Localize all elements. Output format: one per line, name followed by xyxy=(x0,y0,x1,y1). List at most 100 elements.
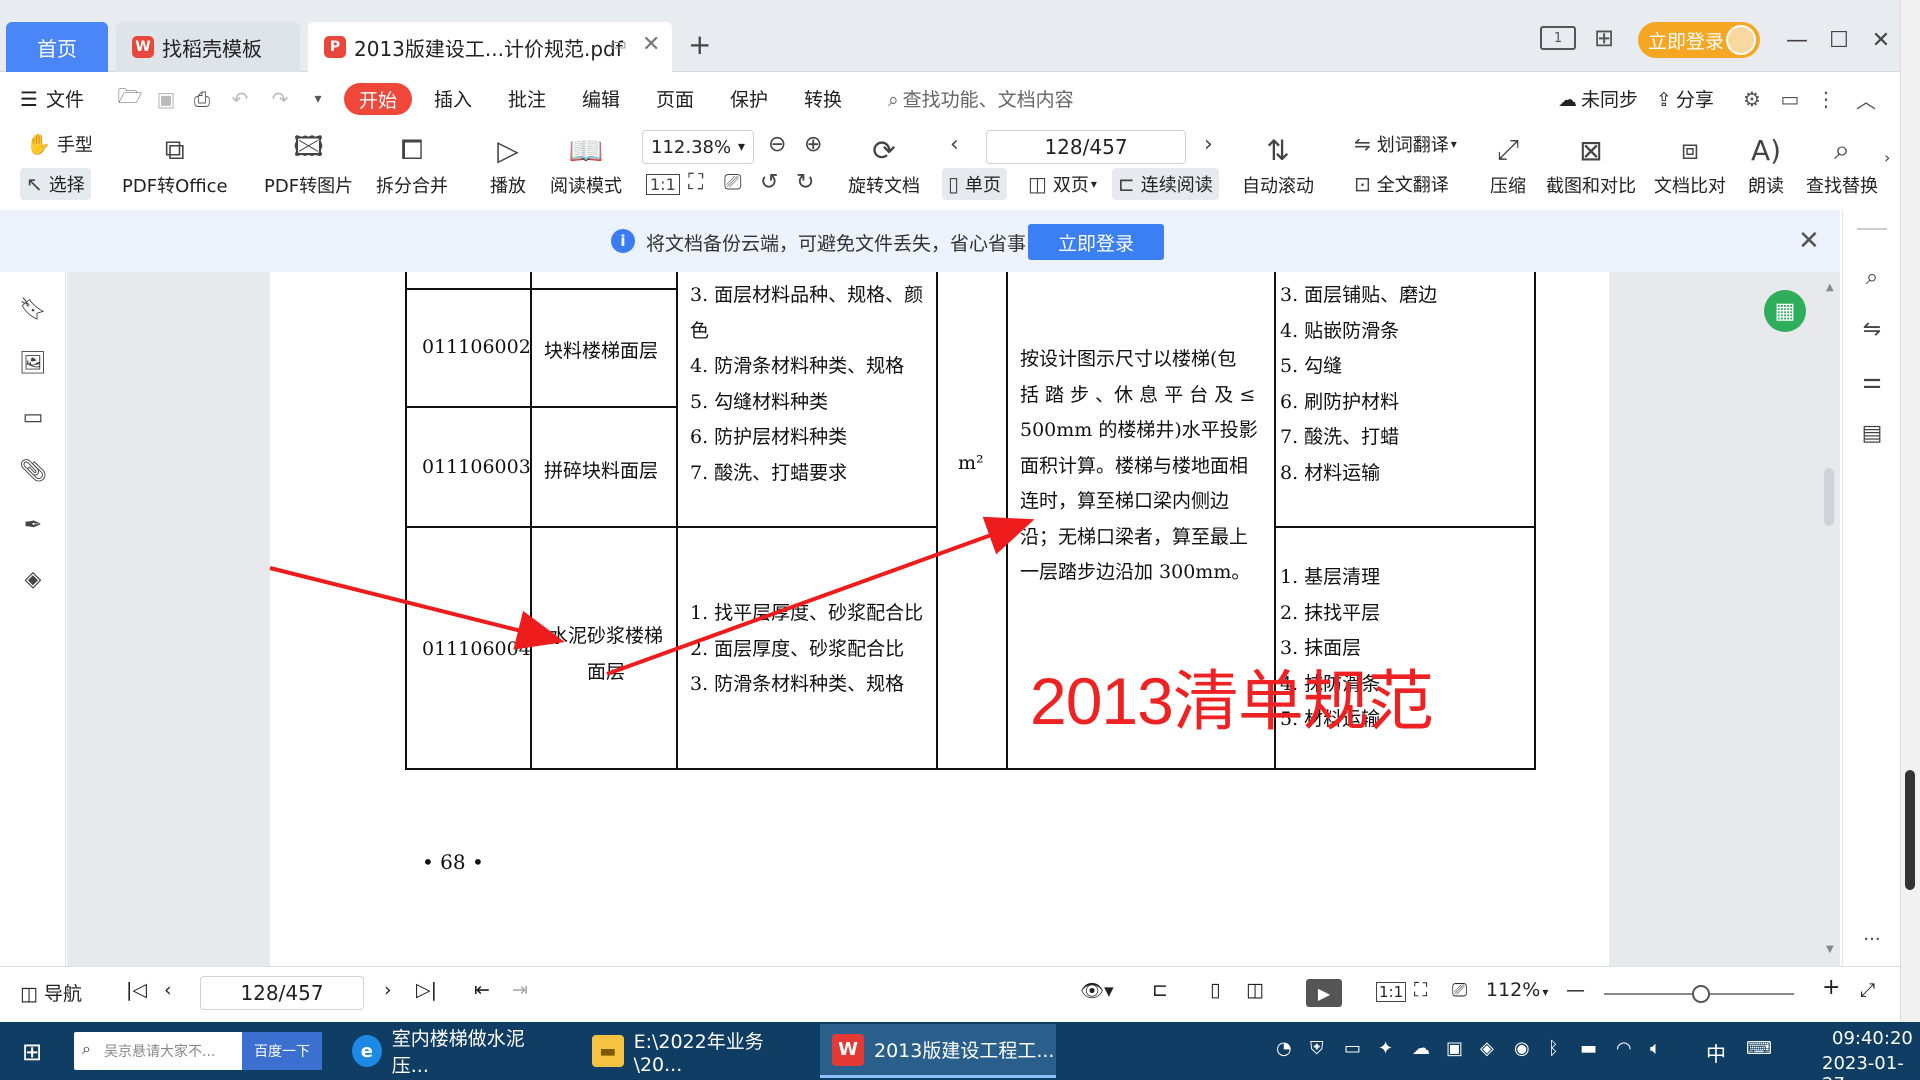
rotate-right-icon[interactable]: ↻ xyxy=(796,170,814,195)
first-page-icon[interactable]: |◁ xyxy=(126,979,147,1001)
tray-app-icon[interactable]: ◔ xyxy=(1276,1038,1292,1059)
wifi-icon[interactable]: ◠ xyxy=(1616,1038,1632,1059)
tab-template[interactable]: W 找稻壳模板 xyxy=(116,22,300,72)
open-icon[interactable]: 🗁 xyxy=(116,84,144,113)
browser-icon[interactable]: ◉ xyxy=(1514,1038,1530,1059)
ai-search-icon[interactable]: ⌕ xyxy=(1857,262,1887,292)
attachment-icon[interactable]: 📎︎ xyxy=(18,456,48,486)
taskbar-search[interactable]: ⌕ 吴京悬请大家不... 百度一下 xyxy=(74,1032,322,1070)
battery-icon[interactable]: ▬ xyxy=(1580,1038,1597,1059)
shield-icon[interactable]: ⛨ xyxy=(1310,1038,1324,1059)
zoom-in-icon[interactable]: ⊕ xyxy=(804,132,822,157)
fit-width-icon[interactable]: ⎚ xyxy=(1452,979,1467,1001)
pdf-to-image-button[interactable]: 🖾 PDF转图片 xyxy=(264,130,353,198)
zoom-in-icon[interactable]: + xyxy=(1822,975,1840,1000)
menu-start[interactable]: 开始 xyxy=(344,83,412,115)
double-page-button[interactable]: ◫ 双页 ▾ xyxy=(1022,168,1103,200)
grid-apps-icon[interactable]: ⊞ xyxy=(1594,24,1614,52)
layers-icon[interactable]: ◈ xyxy=(18,564,48,594)
double-page-icon[interactable]: ◫ xyxy=(1246,979,1264,1001)
tab-home[interactable]: 首页 xyxy=(6,22,108,72)
print-icon[interactable]: ⎙ xyxy=(188,85,216,113)
page-view-icon[interactable]: 1 xyxy=(1540,26,1576,50)
play-button[interactable]: ▷ 播放 xyxy=(488,130,528,198)
forward-icon[interactable]: ⇥ xyxy=(512,979,528,1001)
maximize-icon[interactable]: ☐ xyxy=(1818,22,1860,58)
vertical-scrollbar[interactable]: ▲ ▼ xyxy=(1819,272,1839,966)
notice-login-button[interactable]: 立即登录 xyxy=(1028,224,1164,260)
zoom-out-icon[interactable]: ⊖ xyxy=(768,132,786,157)
security-icon[interactable]: ◈ xyxy=(1480,1038,1494,1059)
menu-edit[interactable]: 编辑 xyxy=(582,85,620,112)
reader-icon[interactable]: ▤ xyxy=(1857,418,1887,448)
close-window-icon[interactable]: ✕ xyxy=(1860,22,1902,58)
ime-indicator[interactable]: 中 xyxy=(1706,1038,1726,1067)
prev-page-icon[interactable]: ‹ xyxy=(950,132,959,157)
network-app-icon[interactable]: ✦ xyxy=(1378,1038,1393,1059)
fit-page-icon[interactable]: ⛶ xyxy=(688,170,703,195)
eye-protect-icon[interactable]: 👁︎▾ xyxy=(1080,979,1114,1002)
hand-tool[interactable]: ✋ 手型 xyxy=(20,128,99,160)
scrollbar-thumb[interactable] xyxy=(1824,468,1834,526)
windows-start-icon[interactable]: ⊞ xyxy=(22,1038,42,1066)
continuous-read-button[interactable]: ⊏ 连续阅读 xyxy=(1112,168,1219,200)
settings-icon[interactable]: ⚙ xyxy=(1738,85,1766,113)
comment-icon[interactable]: ▭ xyxy=(18,402,48,432)
collapse-icon[interactable]: ︿ xyxy=(1852,85,1880,113)
minimize-icon[interactable]: — xyxy=(1776,22,1818,58)
compress-button[interactable]: ⤢ 压缩 xyxy=(1488,130,1528,198)
ribbon-search[interactable]: ⌕ 查找功能、文档内容 xyxy=(888,85,1074,112)
word-translate-button[interactable]: ⇋ 划词翻译 ▾ xyxy=(1348,128,1463,160)
next-page-icon[interactable]: › xyxy=(1204,132,1213,157)
single-page-icon[interactable]: ▯ xyxy=(1210,979,1220,1001)
close-notice-icon[interactable]: ✕ xyxy=(1798,226,1820,256)
zoom-select[interactable]: 112.38% ▾ xyxy=(642,130,754,164)
screenshot-compare-button[interactable]: ⊠ 截图和对比 xyxy=(1546,130,1636,198)
more-quick-icon[interactable]: ▾ xyxy=(304,85,332,113)
undo-icon[interactable]: ↶ xyxy=(226,85,254,113)
select-tool[interactable]: ↖ 选择 xyxy=(20,168,91,200)
pdf-to-office-button[interactable]: ⧉ PDF转Office xyxy=(122,130,228,198)
thumbnail-icon[interactable]: 🖼︎ xyxy=(18,348,48,378)
menu-convert[interactable]: 转换 xyxy=(804,85,842,112)
status-page-input[interactable]: 128/457 xyxy=(200,976,364,1010)
translate-icon[interactable]: ⇋ xyxy=(1857,314,1887,344)
full-translate-button[interactable]: ⊡ 全文翻译 xyxy=(1348,168,1455,200)
task-folder[interactable]: ▬ E:\2022年业务\20... xyxy=(580,1024,810,1078)
comment-icon[interactable]: ▭ xyxy=(1776,85,1804,113)
keyboard-icon[interactable]: ⌨ xyxy=(1746,1038,1772,1059)
document-viewport[interactable]: 011106002 011106003 011106004 块料楼梯面层 拼碎块… xyxy=(67,272,1840,966)
spreadsheet-icon[interactable]: ▦ xyxy=(1764,290,1806,332)
login-button[interactable]: 立即登录 xyxy=(1638,22,1760,58)
continuous-icon[interactable]: ⊏ xyxy=(1152,979,1168,1001)
save-icon[interactable]: ▣ xyxy=(152,85,180,113)
share-button[interactable]: ⇪ 分享 xyxy=(1656,85,1714,112)
menu-file[interactable]: ☰ 文件 xyxy=(20,85,84,112)
remote-icon[interactable]: ▣ xyxy=(1446,1038,1463,1059)
task-ie[interactable]: e 室内楼梯做水泥压... xyxy=(340,1024,550,1078)
single-page-button[interactable]: ▯ 单页 xyxy=(942,168,1008,200)
page-input[interactable]: 128/457 xyxy=(986,130,1186,164)
more-icon[interactable]: ⋮ xyxy=(1812,85,1840,113)
new-tab-icon[interactable]: + xyxy=(688,28,711,61)
nav-toggle[interactable]: ◫ 导航 xyxy=(20,979,82,1006)
volume-icon[interactable]: 🔈︎ xyxy=(1650,1038,1661,1059)
next-page-icon[interactable]: › xyxy=(384,979,392,1001)
prev-page-icon[interactable]: ‹ xyxy=(164,979,172,1001)
bluetooth-icon[interactable]: ᛒ xyxy=(1548,1038,1559,1059)
menu-page[interactable]: 页面 xyxy=(656,85,694,112)
baidu-search-button[interactable]: 百度一下 xyxy=(242,1032,322,1070)
zoom-out-icon[interactable]: — xyxy=(1566,979,1585,1001)
doc-compare-button[interactable]: ⧈ 文档比对 xyxy=(1654,130,1726,198)
find-replace-button[interactable]: ⌕ 查找替换 xyxy=(1806,130,1878,198)
back-icon[interactable]: ⇤ xyxy=(474,979,490,1001)
status-zoom[interactable]: 112% ▾ xyxy=(1486,979,1548,1001)
task-wps[interactable]: W 2013版建设工程工... xyxy=(820,1024,1056,1078)
play-icon[interactable]: ▶ xyxy=(1306,979,1342,1007)
window-scrollbar-thumb[interactable] xyxy=(1905,770,1915,890)
monitor-icon[interactable]: ▭ xyxy=(1344,1038,1361,1059)
read-aloud-button[interactable]: A) 朗读 xyxy=(1746,130,1786,198)
cloud-icon[interactable]: ☁ xyxy=(1412,1038,1430,1059)
tab-document[interactable]: P 2013版建设工...计价规范.pdf ▭ ✕ xyxy=(308,22,672,72)
bookmark-icon[interactable]: 🔖︎ xyxy=(18,294,48,324)
